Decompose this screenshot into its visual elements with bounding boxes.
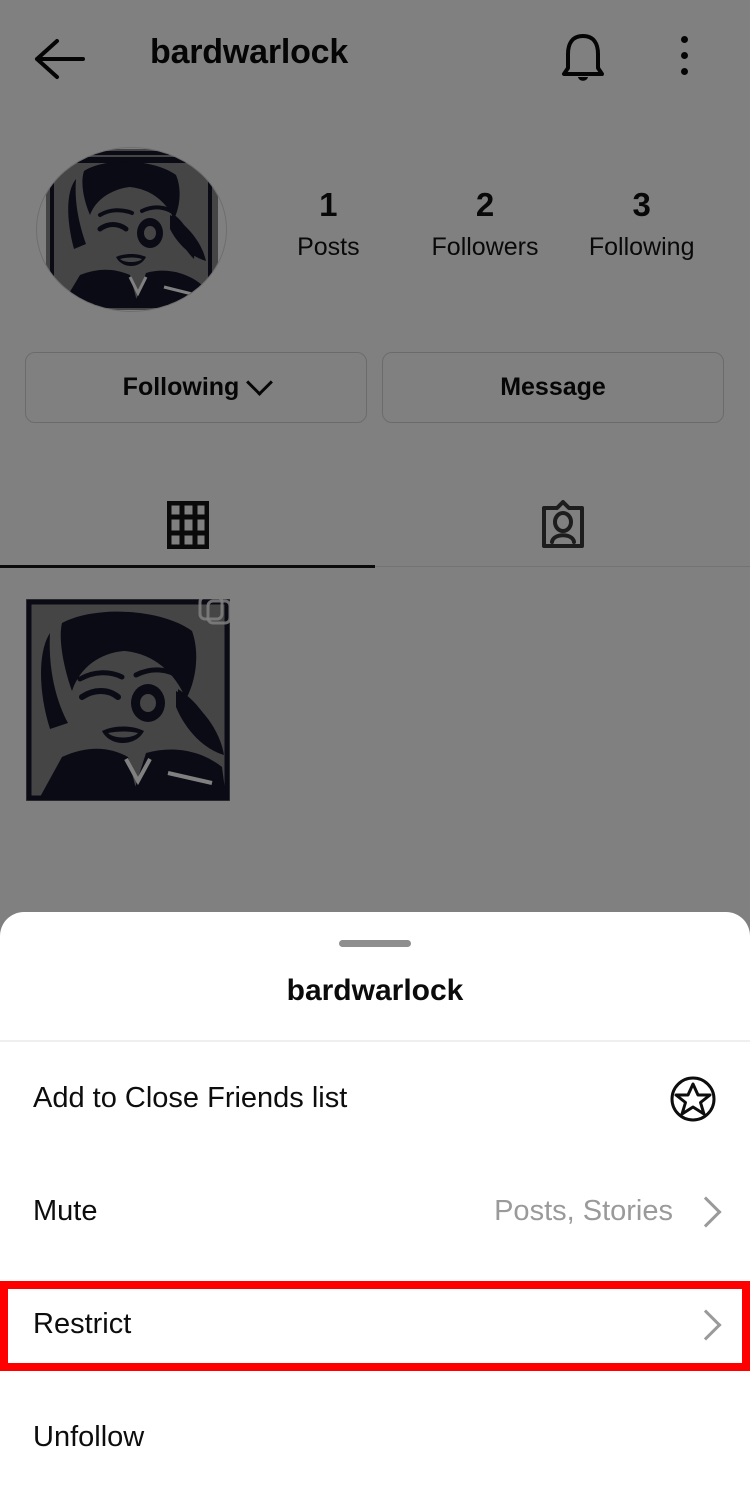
stat-posts[interactable]: 1 Posts [250,185,407,264]
profile-stats: 1 Posts 2 Followers 3 Following [250,185,720,264]
sheet-item-label: Mute [33,1195,98,1227]
star-circle-icon [670,1076,716,1121]
sheet-title: bardwarlock [286,974,464,1007]
sheet-item-mute[interactable]: Mute Posts, Stories [0,1155,750,1268]
stat-label: Following [588,233,695,261]
stat-label: Followers [431,233,539,261]
grid-icon [166,500,209,549]
avatar[interactable] [36,147,227,312]
tab-tagged[interactable] [375,482,750,567]
stat-value: 1 [319,186,338,223]
top-app-bar: bardwarlock [0,0,750,118]
following-button-label: Following [122,373,240,401]
sheet-item-label: Add to Close Friends list [33,1082,348,1114]
profile-tabs [0,482,750,567]
instagram-profile-screen: bardwarlock 1 Posts 2 Followers 3 Follow… [0,0,750,1500]
three-dots-vertical-icon[interactable] [668,36,700,82]
sheet-item-close-friends[interactable]: Add to Close Friends list [0,1042,750,1155]
sheet-item-label: Restrict [33,1308,132,1340]
sheet-item-restrict[interactable]: Restrict [0,1268,750,1381]
bell-icon[interactable] [556,30,610,86]
chevron-right-icon [690,1308,722,1341]
stat-following[interactable]: 3 Following [563,185,720,264]
avatar-image [45,149,218,310]
tabs-divider [0,566,750,567]
sheet-item-unfollow[interactable]: Unfollow [0,1381,750,1494]
sheet-item-value: Posts, Stories [494,1195,673,1227]
sheet-options-list: Add to Close Friends list Mute Posts, St… [0,1042,750,1494]
tab-grid[interactable] [0,482,375,567]
message-button-label: Message [500,373,606,401]
back-arrow-icon[interactable] [33,35,85,83]
stat-value: 3 [632,186,651,223]
profile-action-buttons: Following Message [25,352,724,423]
page-title: bardwarlock [150,33,349,71]
drag-handle[interactable] [339,940,411,947]
stat-value: 2 [475,186,495,223]
tagged-person-icon [541,499,584,548]
carousel-icon [198,595,232,625]
sheet-item-label: Unfollow [33,1421,145,1453]
message-button[interactable]: Message [382,352,724,423]
stat-followers[interactable]: 2 Followers [407,185,564,264]
chevron-down-icon [246,369,274,396]
chevron-right-icon [690,1195,722,1228]
stat-label: Posts [297,233,360,261]
following-button[interactable]: Following [25,352,367,423]
